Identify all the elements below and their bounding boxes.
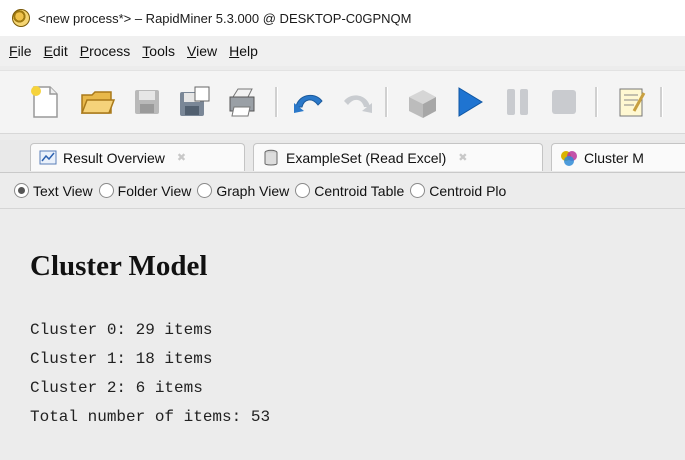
save-icon[interactable] (128, 83, 166, 121)
cluster-model-icon (561, 150, 577, 166)
window-title: <new process*> – RapidMiner 5.3.000 @ DE… (38, 10, 412, 26)
tab-label: ExampleSet (Read Excel) (286, 149, 447, 166)
notes-icon[interactable] (612, 83, 650, 121)
menu-help-mnemonic: H (229, 43, 240, 59)
view-option-label: Graph View (216, 182, 290, 199)
radio-unselected[interactable] (295, 183, 311, 198)
tab-exampleset[interactable]: ExampleSet (Read Excel) ✖ (253, 143, 543, 171)
menu-file-mnemonic: F (9, 43, 18, 59)
radio-unselected[interactable] (410, 183, 426, 198)
menu-file-label: ile (17, 43, 32, 59)
radio-selected[interactable] (14, 183, 29, 198)
view-option-centroid-plot[interactable]: Centroid Plo (410, 183, 506, 199)
view-option-label: Centroid Table (314, 182, 405, 199)
view-option-label: Text View (33, 182, 93, 199)
menu-view-mnemonic: V (186, 43, 197, 59)
print-icon[interactable] (224, 83, 262, 121)
cube-icon[interactable] (403, 83, 441, 121)
view-option-folder[interactable]: Folder View (98, 182, 192, 199)
tab-label: Result Overview (63, 149, 165, 166)
menu-help[interactable]: Help (229, 43, 258, 59)
redo-icon[interactable] (338, 83, 376, 121)
menu-process-label: rocess (89, 43, 131, 59)
menu-help-label: elp (239, 43, 258, 59)
toolbar-separator (595, 87, 598, 117)
open-folder-icon[interactable] (78, 83, 116, 121)
view-option-graph[interactable]: Graph View (197, 183, 289, 199)
menu-tools-label: ools (149, 43, 175, 59)
menu-view-label: iew (196, 43, 218, 59)
tab-label: Cluster M (584, 149, 644, 166)
view-option-label: Folder View (117, 182, 192, 199)
view-option-text[interactable]: Text View (14, 183, 93, 199)
exampleset-icon (264, 149, 278, 165)
total-items-line: Total number of items: 53 (30, 408, 271, 426)
text-view-panel: Cluster Model Cluster 0: 29 items Cluste… (0, 210, 685, 460)
stop-icon[interactable] (545, 83, 583, 121)
cluster-line: Cluster 0: 29 items (30, 321, 213, 339)
menu-view[interactable]: View (187, 43, 217, 59)
menu-edit-label: dit (52, 43, 68, 59)
undo-icon[interactable] (290, 83, 328, 121)
menu-file[interactable]: File (9, 43, 32, 59)
run-icon[interactable] (450, 83, 488, 121)
tab-cluster-model[interactable]: Cluster M (551, 143, 685, 171)
menu-process[interactable]: Process (80, 43, 131, 59)
tab-result-overview[interactable]: Result Overview ✖ (30, 143, 245, 171)
cluster-model-title: Cluster Model (30, 250, 208, 282)
radio-unselected[interactable] (197, 183, 213, 198)
title-bar: <new process*> – RapidMiner 5.3.000 @ DE… (0, 0, 685, 36)
results-tab-bar: Result Overview ✖ ExampleSet (Read Excel… (0, 140, 685, 173)
toolbar-separator (385, 87, 388, 117)
close-icon[interactable]: ✖ (177, 151, 186, 164)
view-option-label: Centroid Plo (429, 182, 507, 199)
menu-edit[interactable]: Edit (44, 43, 68, 59)
new-process-icon[interactable] (26, 83, 64, 121)
toolbar (0, 70, 685, 134)
view-option-centroid-table[interactable]: Centroid Table (295, 183, 404, 199)
cluster-line: Cluster 1: 18 items (30, 350, 213, 368)
pause-icon[interactable] (498, 83, 536, 121)
view-selector: Text View Folder View Graph View Centroi… (0, 173, 685, 209)
cluster-line: Cluster 2: 6 items (30, 379, 203, 397)
save-as-icon[interactable] (175, 83, 213, 121)
menu-bar: File Edit Process Tools View Help (0, 36, 685, 66)
menu-tools[interactable]: Tools (142, 43, 175, 59)
menu-edit-mnemonic: E (43, 43, 53, 59)
cluster-summary: Cluster 0: 29 items Cluster 1: 18 items … (30, 316, 270, 432)
result-overview-icon (39, 150, 57, 164)
toolbar-separator (275, 87, 278, 117)
rapidminer-logo-icon (12, 9, 30, 27)
toolbar-separator (660, 87, 663, 117)
close-icon[interactable]: ✖ (458, 151, 467, 164)
radio-unselected[interactable] (98, 183, 114, 198)
menu-process-mnemonic: P (79, 43, 90, 59)
